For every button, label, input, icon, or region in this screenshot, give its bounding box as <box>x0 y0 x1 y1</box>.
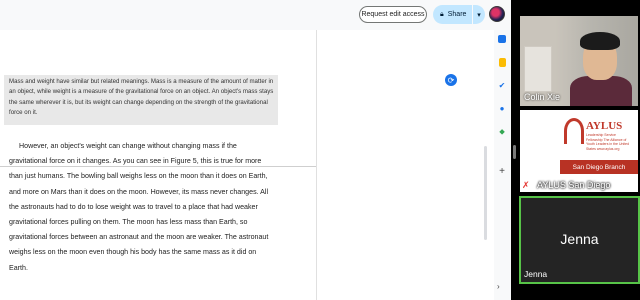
panel-resize-handle[interactable] <box>513 145 516 159</box>
share-lock-icon: 🔒︎ <box>440 10 444 18</box>
document-margin-area <box>316 30 494 300</box>
highlighted-paragraph: Mass and weight have similar but related… <box>4 75 278 125</box>
account-avatar[interactable] <box>489 6 505 22</box>
maps-icon[interactable]: ⬥ <box>497 127 507 137</box>
aylus-logo-mark <box>564 118 584 144</box>
contacts-icon[interactable]: ● <box>497 103 507 113</box>
participant-body <box>570 76 632 106</box>
participant-name: Jenna <box>524 269 548 279</box>
share-label: Share <box>447 11 467 18</box>
scrollbar-thumb[interactable] <box>484 146 487 240</box>
video-shelf <box>524 46 552 92</box>
share-dropdown-icon[interactable]: ▾ <box>472 5 485 24</box>
google-docs-window: Request edit access 🔒︎ Share ▾ Mass and … <box>0 0 511 300</box>
participant-name: Colin Xie <box>524 92 561 102</box>
participant-hair <box>580 32 620 50</box>
quote-text: Mass and weight have similar but related… <box>9 78 274 117</box>
mic-muted-icon: ✗ <box>522 180 530 190</box>
participant-display-name: Jenna <box>560 231 599 247</box>
calendar-icon[interactable] <box>498 35 506 43</box>
document-page[interactable]: Mass and weight have similar but related… <box>0 30 316 300</box>
keep-icon[interactable] <box>499 58 506 67</box>
body-paragraph: However, an object's weight can change w… <box>9 142 269 272</box>
aylus-logo-tagline: Leadership Service Fellowship The Allian… <box>586 133 630 151</box>
explore-button-icon[interactable]: ⟳ <box>445 74 457 86</box>
share-button[interactable]: 🔒︎ Share ▾ <box>433 5 485 24</box>
participant-name: AYLUS San Diego <box>537 180 611 190</box>
page-break-line <box>0 166 316 167</box>
tasks-icon[interactable]: ✔ <box>497 80 507 90</box>
body-paragraph-container: However, an object's weight can change w… <box>9 139 277 276</box>
plus-icon[interactable]: + <box>497 166 507 177</box>
video-tile-aylus[interactable]: AYLUS Leadership Service Fellowship The … <box>520 110 638 192</box>
aylus-logo-word: AYLUS <box>586 120 623 132</box>
video-tile-jenna[interactable]: Jenna Jenna <box>519 196 640 284</box>
request-edit-access-button[interactable]: Request edit access <box>359 6 427 23</box>
aylus-logo: AYLUS Leadership Service Fellowship The … <box>560 116 638 186</box>
docs-toolbar: Request edit access 🔒︎ Share ▾ <box>0 0 511 30</box>
aylus-branch-banner: San Diego Branch <box>560 160 638 174</box>
side-panel-rail: ✔ ● ⬥ + <box>494 30 511 300</box>
chevron-right-icon[interactable]: › <box>497 282 500 291</box>
video-tile-colin[interactable]: Colin Xie <box>520 16 638 106</box>
